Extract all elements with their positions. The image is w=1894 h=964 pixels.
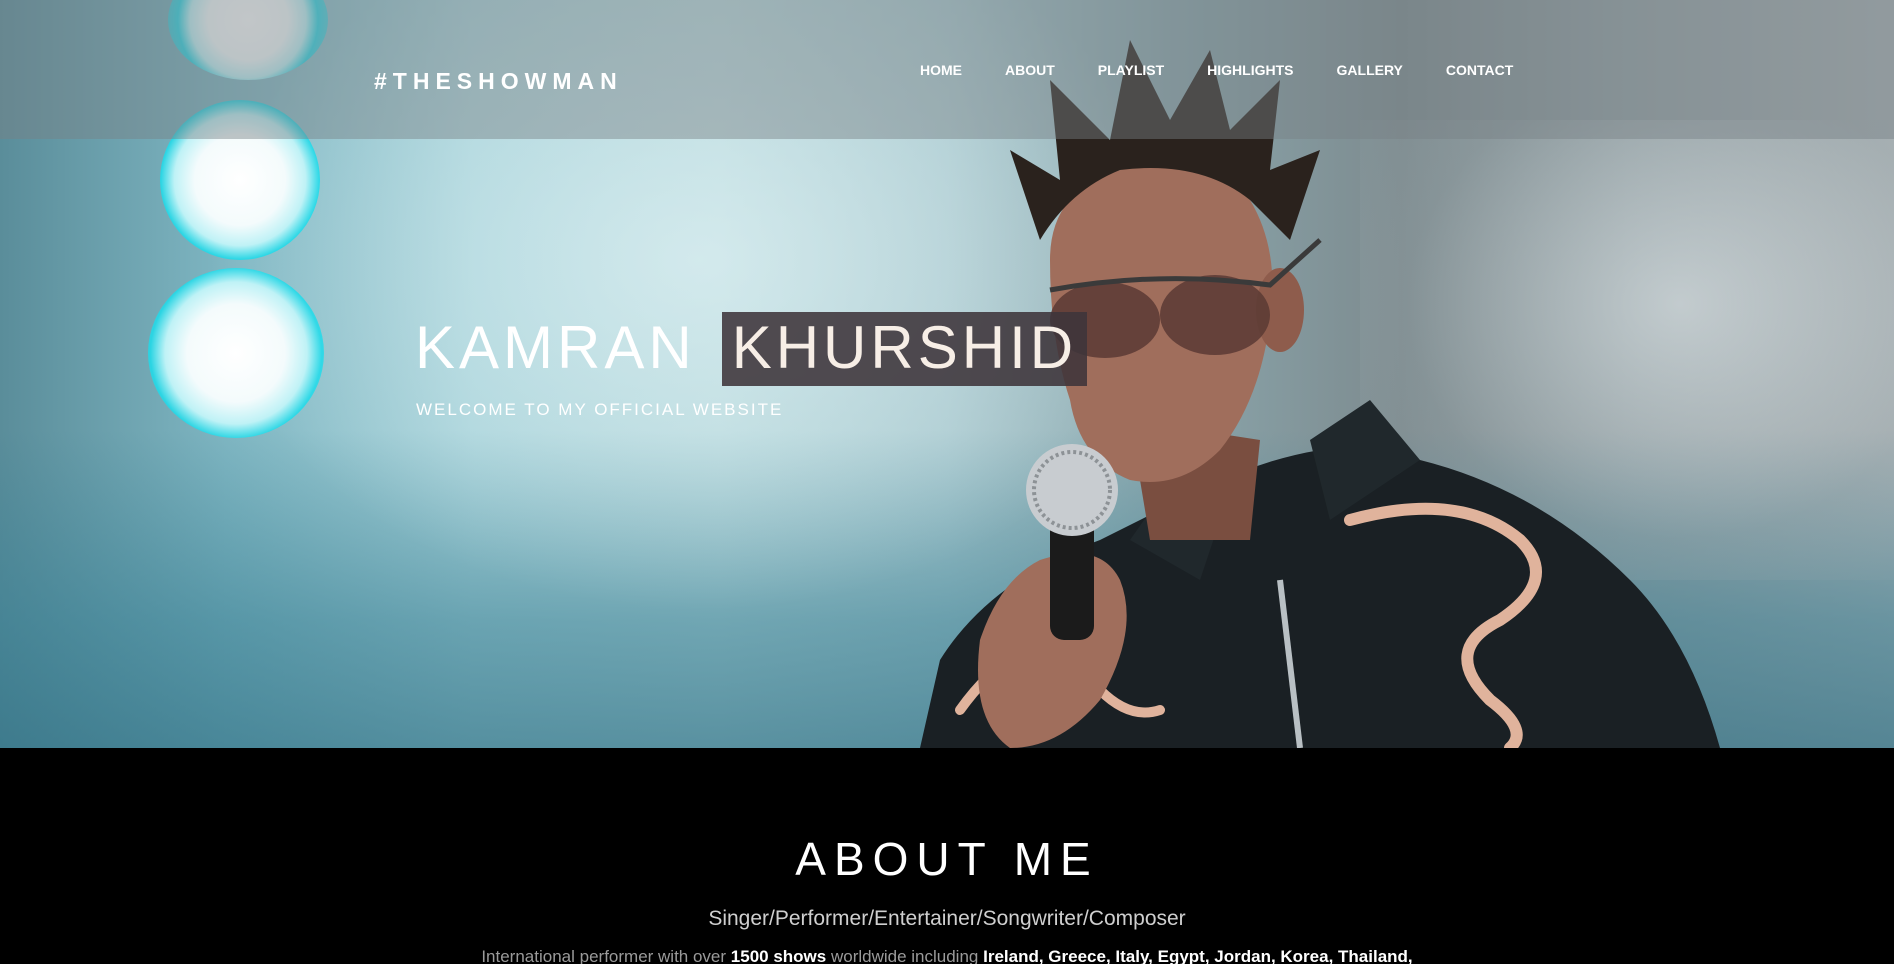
navbar: #THESHOWMAN HOME ABOUT PLAYLIST HIGHLIGH… <box>0 0 1894 139</box>
nav-link-home[interactable]: HOME <box>920 58 962 82</box>
nav-link-highlights[interactable]: HIGHLIGHTS <box>1207 58 1293 82</box>
nav-menu: HOME ABOUT PLAYLIST HIGHLIGHTS GALLERY C… <box>920 58 1556 82</box>
about-intro: International performer with over 1500 s… <box>0 948 1894 964</box>
nav-item-playlist: PLAYLIST <box>1098 58 1207 82</box>
hero-last-name-highlight: KHURSHID <box>721 312 1088 386</box>
microphone-grille <box>1026 444 1118 536</box>
about-roles: Singer/Performer/Entertainer/Songwriter/… <box>708 907 1186 930</box>
nav-link-gallery[interactable]: GALLERY <box>1337 58 1403 82</box>
sunglasses-lens <box>1160 275 1270 355</box>
about-intro-middle: worldwide including <box>826 947 984 964</box>
hero-subtitle: WELCOME TO MY OFFICIAL WEBSITE <box>416 400 784 419</box>
nav-item-highlights: HIGHLIGHTS <box>1207 58 1336 82</box>
nav-item-about: ABOUT <box>1005 58 1098 82</box>
nav-item-gallery: GALLERY <box>1337 58 1446 82</box>
hero-first-name: KAMRAN <box>415 314 696 381</box>
nav-link-contact[interactable]: CONTACT <box>1446 58 1513 82</box>
page: #THESHOWMAN HOME ABOUT PLAYLIST HIGHLIGH… <box>0 0 1894 964</box>
nav-item-home: HOME <box>920 58 1005 82</box>
about-title: ABOUT ME <box>795 833 1099 885</box>
about-intro-prefix: International performer with over <box>481 947 731 964</box>
brand-logo[interactable]: #THESHOWMAN <box>374 68 623 95</box>
about-intro-countries: Ireland, Greece, Italy, Egypt, Jordan, K… <box>983 947 1413 964</box>
about-intro-shows: 1500 shows <box>730 947 827 964</box>
nav-link-playlist[interactable]: PLAYLIST <box>1098 58 1164 82</box>
about-section: ABOUT ME Singer/Performer/Entertainer/So… <box>0 748 1894 964</box>
hero-title: KAMRAN KHURSHID <box>415 312 1088 386</box>
stage-light <box>148 268 324 438</box>
nav-item-contact: CONTACT <box>1446 58 1556 82</box>
nav-link-about[interactable]: ABOUT <box>1005 58 1055 82</box>
